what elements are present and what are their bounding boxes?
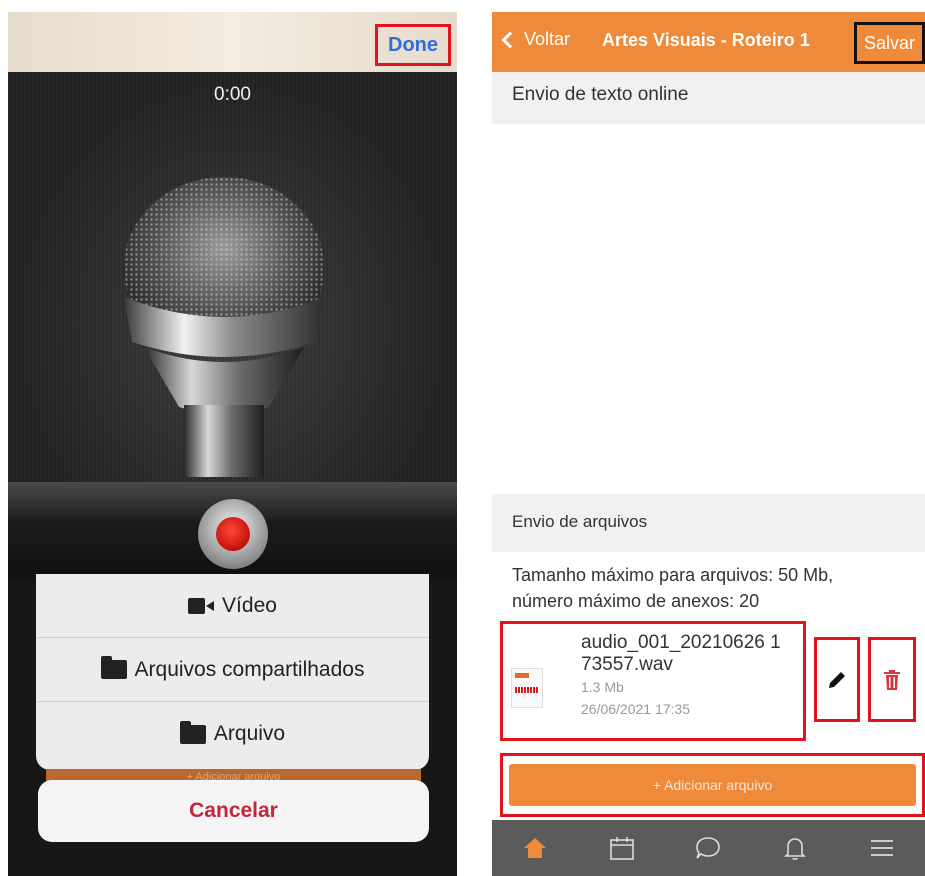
folder-icon: [179, 720, 206, 744]
online-text-header: Envio de texto online: [492, 72, 925, 124]
file-limits: Tamanho máximo para arquivos: 50 Mb, núm…: [512, 562, 912, 614]
limits-size: Tamanho máximo para arquivos: 50 Mb,: [512, 565, 834, 585]
folder-icon: [100, 656, 127, 679]
file-item[interactable]: audio_001_20210626 173557.wav 1.3 Mb 26/…: [500, 621, 806, 741]
back-button[interactable]: Voltar: [500, 29, 570, 50]
calendar-icon: [610, 837, 634, 860]
tab-home[interactable]: [515, 828, 555, 868]
file-size: 1.3 Mb: [581, 679, 624, 695]
trash-icon: [884, 669, 900, 690]
back-label: Voltar: [524, 29, 571, 49]
recorder-body: 0:00: [8, 72, 457, 492]
done-button[interactable]: Done: [375, 24, 451, 66]
page-title: Artes Visuais - Roteiro 1: [602, 30, 810, 50]
limits-count: número máximo de anexos: 20: [512, 591, 760, 611]
file-info: audio_001_20210626 173557.wav 1.3 Mb 26/…: [581, 632, 791, 720]
menu-icon: [870, 840, 893, 856]
tab-notifications[interactable]: [775, 828, 815, 868]
microphone-icon: [124, 177, 324, 477]
sheet-item-video[interactable]: Vídeo: [36, 574, 429, 638]
tab-chat[interactable]: [688, 828, 728, 868]
chat-icon: [696, 837, 721, 859]
sheet-item-label: Arquivo: [213, 722, 286, 745]
audio-file-icon: [511, 668, 543, 708]
pencil-icon: [829, 671, 845, 688]
save-button[interactable]: Salvar: [854, 22, 925, 64]
tab-menu[interactable]: [862, 828, 902, 868]
files-header: Envio de arquivos: [492, 494, 925, 552]
recorder-screen: Done 0:00 Vídeo Arquivos compartilhados …: [8, 12, 457, 876]
sheet-item-shared-files[interactable]: Arquivos compartilhados: [36, 638, 429, 702]
chevron-left-icon: [501, 31, 519, 48]
add-file-highlight: + Adicionar arquivo: [500, 753, 925, 817]
file-date: 26/06/2021 17:35: [581, 701, 690, 717]
sheet-item-file[interactable]: Arquivo: [36, 702, 429, 766]
recorder-top-bar: Done: [8, 12, 457, 72]
action-sheet: Vídeo Arquivos compartilhados Arquivo: [36, 574, 429, 770]
edit-file-button[interactable]: [814, 637, 860, 722]
sheet-item-label: Vídeo: [222, 593, 277, 617]
delete-file-button[interactable]: [868, 637, 916, 722]
bell-icon: [784, 838, 807, 860]
add-file-button[interactable]: + Adicionar arquivo: [509, 764, 916, 806]
tab-bar: [492, 820, 925, 876]
cancel-button[interactable]: Cancelar: [38, 780, 429, 842]
nav-bar: Voltar Artes Visuais - Roteiro 1 Salvar: [492, 12, 925, 72]
record-dot-icon: [216, 517, 250, 551]
video-camera-icon: [188, 597, 215, 614]
record-button[interactable]: [198, 499, 268, 569]
tab-calendar[interactable]: [602, 828, 642, 868]
sheet-item-label: Arquivos compartilhados: [134, 657, 365, 681]
online-text-area[interactable]: [492, 124, 925, 494]
home-icon: [524, 838, 547, 858]
file-name: audio_001_20210626 173557.wav: [581, 632, 781, 675]
submission-screen: Voltar Artes Visuais - Roteiro 1 Salvar …: [492, 12, 925, 876]
recording-timer: 0:00: [214, 84, 251, 105]
